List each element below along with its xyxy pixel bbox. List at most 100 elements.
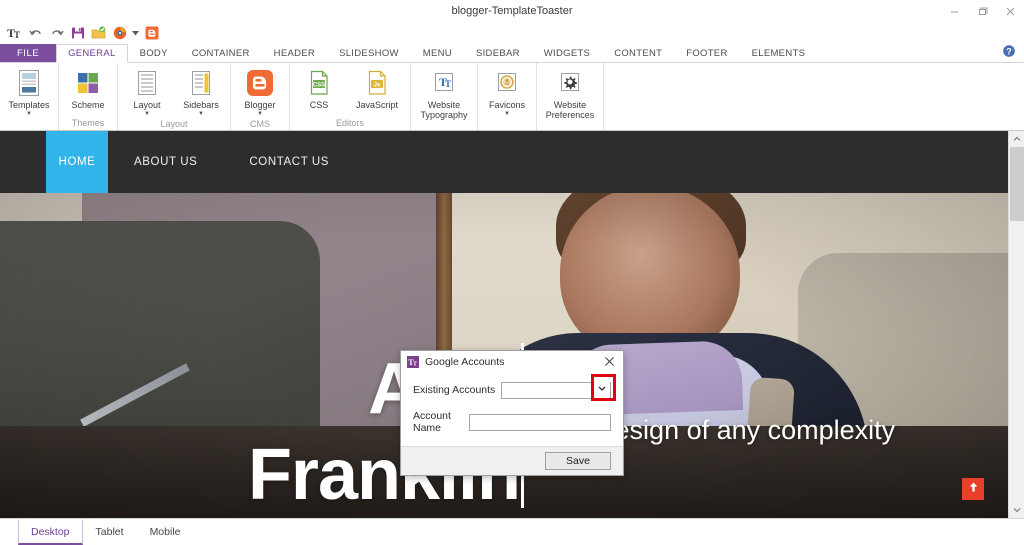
existing-accounts-row: Existing Accounts: [413, 374, 616, 401]
tab-content[interactable]: CONTENT: [602, 44, 674, 62]
scheme-button[interactable]: Scheme: [61, 66, 115, 110]
ribbon-group-templates: Templates ▼: [0, 63, 59, 130]
svg-text:CSS: CSS: [313, 82, 325, 88]
tab-menu[interactable]: MENU: [411, 44, 464, 62]
device-tab-mobile[interactable]: Mobile: [137, 519, 194, 545]
save-floppy-icon[interactable]: [68, 24, 87, 43]
chevron-down-icon[interactable]: [594, 381, 610, 396]
sidebar-panel-icon: [188, 68, 214, 98]
blogger-button[interactable]: Blogger ▼: [233, 66, 287, 117]
css-label: CSS: [309, 100, 329, 110]
blogger-icon[interactable]: [142, 24, 161, 43]
layout-label: Layout: [133, 100, 161, 110]
redo-icon[interactable]: [47, 24, 66, 43]
site-navigation-bar: HOME ABOUT US CONTACT US: [0, 131, 1008, 193]
dialog-body: Existing Accounts Account Name: [401, 372, 623, 446]
ribbon-group-favicons-label: [480, 117, 534, 130]
website-typography-label: Website Typography: [420, 100, 468, 120]
color-scheme-icon: [74, 68, 102, 98]
ribbon-group-favicons: Favicons ▼: [478, 63, 537, 130]
tab-strip-spacer: [817, 44, 994, 62]
tab-body[interactable]: BODY: [128, 44, 180, 62]
status-bar: Desktop Tablet Mobile: [0, 518, 1024, 545]
tt-logo-icon: T T: [5, 24, 24, 43]
chevron-down-icon[interactable]: [131, 24, 140, 43]
template-page-icon: [14, 68, 44, 98]
blogger-icon: [245, 68, 275, 98]
account-name-input[interactable]: [469, 413, 611, 431]
scheme-label: Scheme: [71, 100, 105, 110]
svg-text:Js: Js: [374, 82, 381, 88]
ribbon-group-typography: T T Website Typography: [411, 63, 478, 130]
svg-text:T: T: [445, 79, 451, 89]
restore-button[interactable]: [968, 0, 996, 22]
tab-slideshow[interactable]: SLIDESHOW: [327, 44, 411, 62]
layout-columns-icon: [134, 68, 160, 98]
nav-left-padding: [0, 131, 46, 193]
dialog-close-icon[interactable]: [602, 356, 617, 367]
website-preview-canvas: HOME ABOUT US CONTACT US Franklin Web de…: [0, 131, 1008, 518]
scrollbar-track[interactable]: [1008, 147, 1024, 502]
css-button[interactable]: CSS CSS: [292, 66, 346, 110]
tab-container[interactable]: CONTAINER: [180, 44, 262, 62]
website-typography-button[interactable]: T T Website Typography: [413, 66, 475, 120]
website-preferences-button[interactable]: Website Preferences: [539, 66, 601, 120]
ribbon-group-typography-label: [413, 120, 475, 130]
minimize-button[interactable]: [940, 0, 968, 22]
templates-label: Templates: [8, 100, 50, 110]
javascript-label: JavaScript: [355, 100, 399, 110]
blogger-label: Blogger: [244, 100, 276, 110]
ribbon-tab-strip: FILE GENERAL BODY CONTAINER HEADER SLIDE…: [0, 44, 1024, 63]
javascript-button[interactable]: Js JavaScript: [346, 66, 408, 110]
tab-header[interactable]: HEADER: [262, 44, 327, 62]
back-to-top-button[interactable]: [962, 478, 984, 500]
tab-widgets[interactable]: WIDGETS: [532, 44, 602, 62]
typography-icon: T T: [431, 68, 457, 98]
dialog-title: Google Accounts: [425, 355, 505, 368]
ribbon-group-editors: CSS CSS Js JavaScript Editors: [290, 63, 411, 130]
quick-access-toolbar: T T: [0, 22, 1024, 44]
ribbon-group-themes-label: Themes: [71, 118, 105, 128]
ribbon-group-cms-label: CMS: [250, 119, 270, 129]
scrollbar-thumb[interactable]: [1009, 147, 1024, 221]
tab-footer[interactable]: FOOTER: [674, 44, 739, 62]
preview-vertical-scrollbar[interactable]: [1008, 131, 1024, 518]
layout-button[interactable]: Layout ▼: [120, 66, 174, 117]
site-nav-home[interactable]: HOME: [46, 131, 108, 193]
google-accounts-dialog: T T Google Accounts Existing Accounts Ac…: [400, 350, 624, 476]
website-preferences-label: Website Preferences: [545, 100, 595, 120]
js-file-icon: Js: [364, 68, 390, 98]
favicon-icon: [494, 68, 520, 98]
svg-text:T: T: [14, 30, 20, 40]
scroll-down-icon[interactable]: [1009, 502, 1024, 518]
device-tab-tablet[interactable]: Tablet: [83, 519, 137, 545]
tab-general[interactable]: GENERAL: [56, 44, 128, 63]
ribbon-general: Templates ▼ Scheme Themes Layout ▼ Sideb…: [0, 63, 1024, 131]
ribbon-group-themes: Scheme Themes: [59, 63, 118, 130]
site-nav-contact-us[interactable]: CONTACT US: [223, 131, 355, 193]
favicons-button[interactable]: Favicons ▼: [480, 66, 534, 117]
export-folder-icon[interactable]: [89, 24, 108, 43]
save-button[interactable]: Save: [545, 452, 611, 470]
ribbon-empty-space: [604, 63, 1024, 130]
help-question-icon[interactable]: ?: [994, 44, 1024, 62]
firefox-browser-icon[interactable]: [110, 24, 129, 43]
sidebars-button[interactable]: Sidebars ▼: [174, 66, 228, 117]
close-button[interactable]: [996, 0, 1024, 22]
tab-file[interactable]: FILE: [0, 44, 57, 62]
undo-icon[interactable]: [26, 24, 45, 43]
site-nav-about-us[interactable]: ABOUT US: [108, 131, 223, 193]
favicons-label: Favicons: [488, 100, 525, 110]
dialog-footer: Save: [401, 446, 623, 475]
tab-sidebar[interactable]: SIDEBAR: [464, 44, 532, 62]
templates-button[interactable]: Templates ▼: [2, 66, 56, 117]
sidebars-label: Sidebars: [183, 100, 219, 110]
ribbon-group-layout: Layout ▼ Sidebars ▼ Layout: [118, 63, 231, 130]
device-tab-desktop[interactable]: Desktop: [18, 519, 83, 545]
svg-text:T: T: [413, 361, 417, 367]
ribbon-group-editors-label: Editors: [335, 118, 364, 128]
ribbon-group-preferences: Website Preferences: [537, 63, 604, 130]
tab-elements[interactable]: ELEMENTS: [740, 44, 818, 62]
scroll-up-icon[interactable]: [1009, 131, 1024, 147]
application-window: blogger-TemplateToaster T T FILE GENERAL…: [0, 0, 1024, 545]
